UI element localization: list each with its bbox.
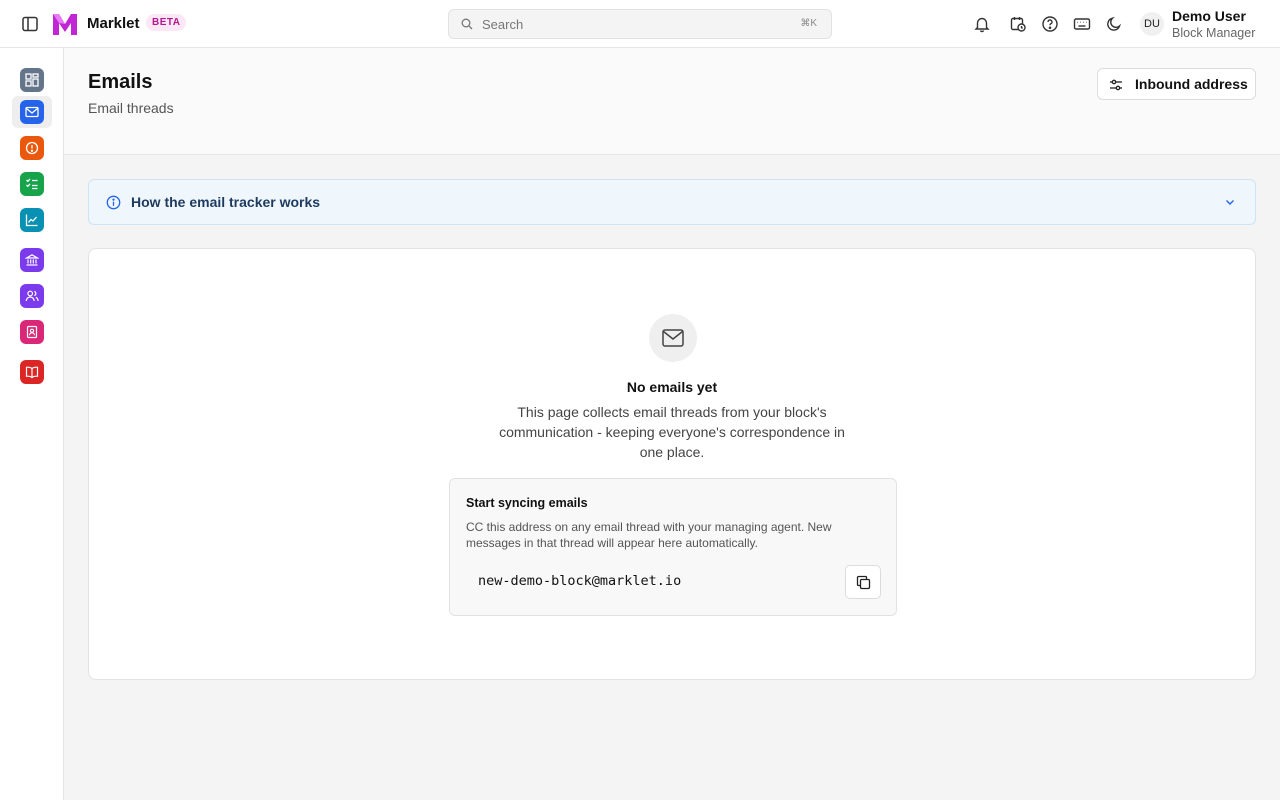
chevron-down-icon[interactable] [1223, 195, 1237, 209]
beta-badge: BETA [146, 14, 187, 31]
app-name: Marklet [87, 15, 140, 32]
contact-card-icon [26, 325, 38, 339]
bank-icon [25, 254, 39, 266]
sync-description: CC this address on any email thread with… [466, 520, 832, 550]
mail-icon [662, 329, 684, 347]
left-rail [0, 48, 64, 800]
rail-item-people[interactable] [12, 280, 52, 312]
rail-item-emails[interactable] [12, 96, 52, 128]
settings-sliders-icon [1110, 79, 1122, 91]
sync-emails-box: Start syncing emails CC this address on … [449, 478, 897, 616]
empty-state-title: No emails yet [626, 379, 718, 395]
rail-item-contacts[interactable] [12, 316, 52, 348]
moon-icon[interactable] [1105, 15, 1123, 33]
user-role: Block Manager [1172, 26, 1256, 40]
page-title: Emails [88, 71, 153, 93]
user-name[interactable]: Demo User [1172, 8, 1246, 24]
sync-title: Start syncing emails [466, 496, 588, 510]
keyboard-icon[interactable] [1073, 15, 1091, 33]
inbound-address-button[interactable]: Inbound address [1097, 68, 1256, 100]
avatar[interactable]: DU [1140, 12, 1164, 36]
calendar-clock-icon[interactable] [1009, 15, 1027, 33]
empty-state-mail-badge [649, 314, 697, 362]
bell-icon[interactable] [973, 15, 991, 33]
page-subtitle: Email threads [88, 100, 174, 116]
help-circle-icon[interactable] [1041, 15, 1059, 33]
rail-item-docs[interactable] [12, 356, 52, 388]
users-icon [25, 290, 39, 302]
copy-address-button[interactable] [845, 565, 881, 599]
top-bar: Marklet BETA Search ⌘K DU Demo User Bloc… [0, 0, 1280, 48]
mail-icon [25, 106, 39, 118]
sidebar-toggle-icon[interactable] [21, 15, 39, 33]
empty-state-description: This page collects email threads from yo… [499, 404, 845, 460]
book-icon [25, 366, 39, 379]
rail-item-finance[interactable] [12, 244, 52, 276]
search-placeholder: Search [482, 17, 524, 32]
marklet-logo-icon[interactable] [52, 12, 78, 36]
checklist-icon [26, 178, 38, 190]
rail-item-dashboard[interactable] [12, 64, 52, 96]
rail-item-analytics[interactable] [12, 204, 52, 236]
page-header: Emails Email threads Inbound address [64, 48, 1280, 155]
email-tracker-info-accordion[interactable]: How the email tracker works [88, 179, 1256, 225]
inbound-address-label: Inbound address [1135, 76, 1248, 92]
rail-item-issues[interactable] [12, 132, 52, 164]
copy-icon [856, 575, 871, 590]
search-icon [461, 18, 473, 30]
search-input[interactable]: Search ⌘K [448, 9, 832, 39]
info-icon [106, 195, 121, 210]
dashboard-icon [25, 73, 39, 87]
search-shortcut: ⌘K [800, 18, 817, 29]
emails-card: No emails yet This page collects email t… [88, 248, 1256, 680]
inbound-email-address[interactable]: new-demo-block@marklet.io [478, 573, 681, 589]
alert-circle-icon [25, 141, 39, 155]
info-accordion-title: How the email tracker works [131, 194, 321, 210]
chart-line-icon [25, 214, 38, 227]
rail-item-tasks[interactable] [12, 168, 52, 200]
